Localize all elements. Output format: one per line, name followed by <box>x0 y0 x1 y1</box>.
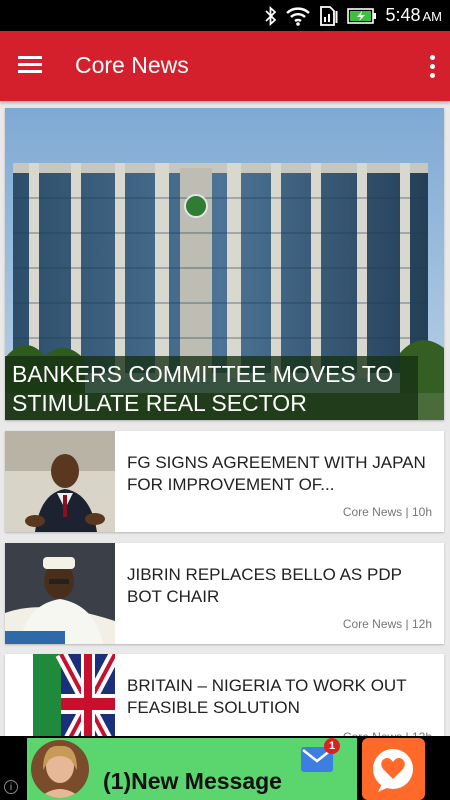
heart-chat-icon <box>373 749 413 792</box>
sim-signal-icon <box>320 5 338 26</box>
bluetooth-icon <box>265 5 277 26</box>
article-thumbnail <box>5 543 115 644</box>
notification-badge: 1 <box>324 738 340 754</box>
wifi-icon <box>286 6 311 26</box>
ad-info-icon[interactable]: i <box>4 780 18 794</box>
status-bar: 5:48 AM <box>0 0 450 31</box>
article-card[interactable]: FG SIGNS AGREEMENT WITH JAPAN FOR IMPROV… <box>5 431 444 532</box>
article-card[interactable]: BRITAIN – NIGERIA TO WORK OUT FEASIBLE S… <box>5 654 444 755</box>
app-bar: Core News <box>0 31 450 101</box>
article-card[interactable]: JIBRIN REPLACES BELLO AS PDP BOT CHAIR C… <box>5 543 444 644</box>
app-title: Core News <box>75 52 189 78</box>
article-meta: Core News | 10h <box>342 505 432 519</box>
overflow-menu-icon[interactable] <box>424 51 440 81</box>
featured-headline: BANKERS COMMITTEE MOVES TO STIMULATE REA… <box>5 356 418 420</box>
battery-charging-icon <box>347 7 377 24</box>
article-thumbnail <box>5 431 115 532</box>
article-headline: BRITAIN – NIGERIA TO WORK OUT FEASIBLE S… <box>127 676 407 717</box>
ad-avatar <box>31 740 89 798</box>
article-headline: JIBRIN REPLACES BELLO AS PDP BOT CHAIR <box>127 565 402 606</box>
ad-heart-button[interactable] <box>362 738 425 800</box>
ad-banner: i (1)New Message 1 <box>0 736 450 800</box>
clock: 5:48 AM <box>385 5 442 25</box>
article-meta: Core News | 12h <box>342 617 432 631</box>
featured-story[interactable]: BANKERS COMMITTEE MOVES TO STIMULATE REA… <box>5 108 444 420</box>
hamburger-menu-icon[interactable] <box>18 52 52 80</box>
article-headline: FG SIGNS AGREEMENT WITH JAPAN FOR IMPROV… <box>127 453 426 494</box>
ad-text: (1)New Message <box>103 768 282 794</box>
